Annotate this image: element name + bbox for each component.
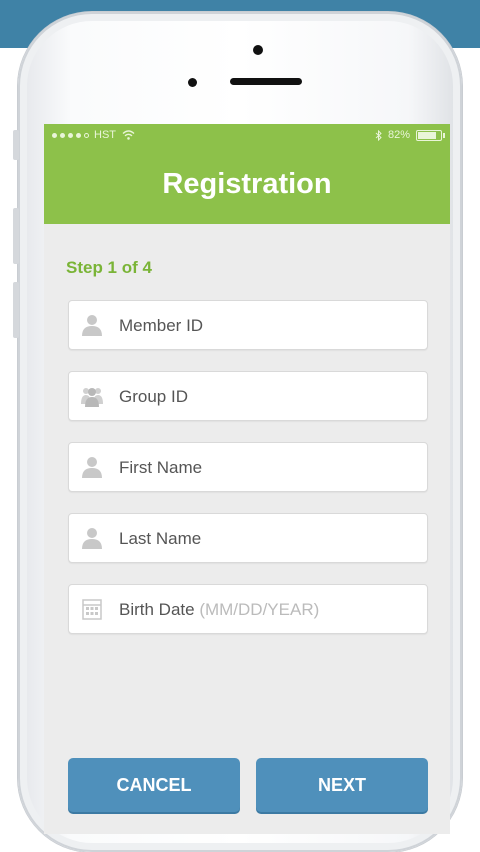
signal-dot [68, 132, 73, 138]
volume-up-button [13, 208, 19, 264]
battery-icon [416, 129, 445, 141]
cancel-button[interactable]: CANCEL [68, 758, 240, 812]
birth-date-label: Birth Date (MM/DD/YEAR) [119, 600, 319, 620]
status-right: 82% [375, 129, 445, 141]
bluetooth-icon [375, 129, 382, 141]
person-icon [82, 457, 102, 478]
status-bar: HST 82% [44, 124, 450, 146]
signal-dot [60, 132, 65, 138]
battery-percent: 82% [387, 129, 410, 141]
first-name-field[interactable]: First Name [68, 442, 428, 492]
birth-date-field[interactable]: Birth Date (MM/DD/YEAR) [68, 584, 428, 634]
wifi-icon [122, 130, 135, 140]
signal-dot [84, 132, 89, 138]
group-icon [81, 388, 103, 407]
calendar-icon [82, 599, 102, 620]
next-button[interactable]: NEXT [256, 758, 428, 812]
birth-date-text: Birth Date [119, 600, 195, 619]
proximity-sensor [188, 78, 197, 87]
carrier-name: HST [94, 129, 116, 141]
group-id-label: Group ID [119, 387, 188, 406]
last-name-field[interactable]: Last Name [68, 513, 428, 563]
person-icon [82, 528, 102, 549]
page-title: Registration [162, 168, 332, 200]
group-id-field[interactable]: Group ID [68, 371, 428, 421]
app-screen: HST 82% Registration Step 1 of 4 Member … [44, 124, 450, 834]
camera-icon [253, 45, 263, 55]
volume-down-button [13, 282, 19, 338]
app-header: HST 82% Registration [44, 124, 450, 224]
member-id-label: Member ID [119, 316, 204, 335]
step-indicator: Step 1 of 4 [66, 258, 152, 277]
signal-dot [76, 132, 81, 138]
earpiece-speaker [230, 78, 302, 85]
signal-carrier: HST [52, 129, 135, 141]
person-icon [82, 315, 102, 336]
birth-date-placeholder: (MM/DD/YEAR) [199, 600, 320, 619]
first-name-label: First Name [119, 458, 203, 477]
signal-icon [52, 132, 57, 138]
mute-switch [13, 130, 19, 160]
last-name-label: Last Name [119, 529, 202, 548]
member-id-field[interactable]: Member ID [68, 300, 428, 350]
